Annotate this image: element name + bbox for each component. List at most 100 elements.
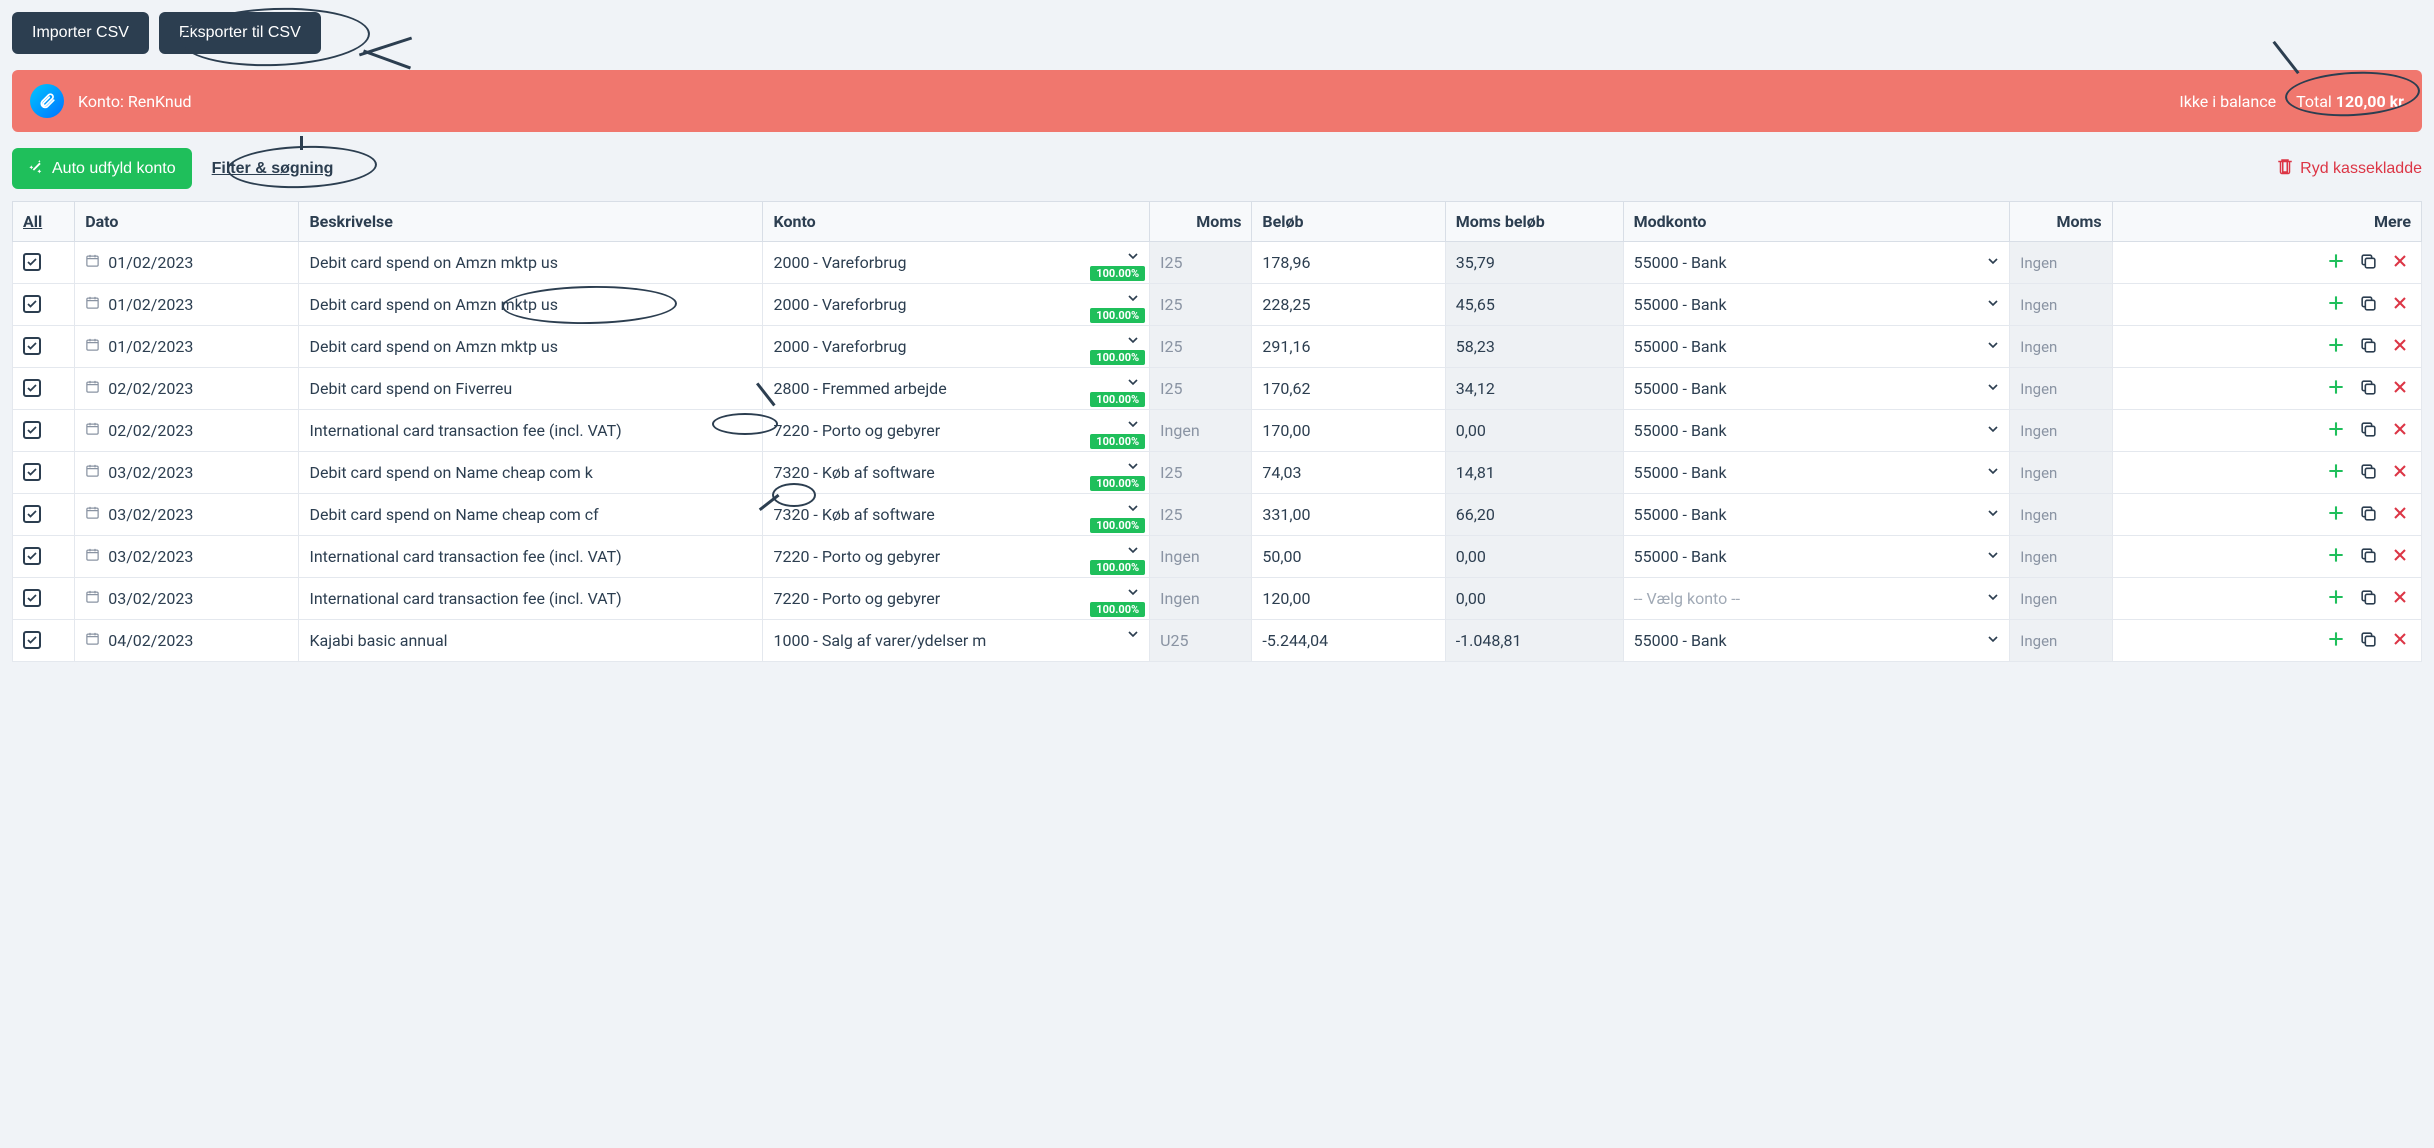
date-value[interactable]: 03/02/2023 [108, 589, 193, 608]
copy-row-button[interactable] [2357, 587, 2379, 609]
row-checkbox[interactable] [23, 631, 41, 649]
account-select[interactable]: 7220 - Porto og gebyrer100.00% [763, 536, 1150, 578]
calendar-icon[interactable] [85, 379, 100, 398]
description-cell[interactable]: Debit card spend on Amzn mktp us [299, 242, 763, 284]
date-value[interactable]: 01/02/2023 [108, 253, 193, 272]
copy-row-button[interactable] [2357, 251, 2379, 273]
delete-row-button[interactable] [2389, 376, 2411, 398]
chevron-down-icon[interactable] [1985, 631, 2001, 651]
copy-row-button[interactable] [2357, 503, 2379, 525]
add-row-button[interactable] [2325, 628, 2347, 650]
chevron-down-icon[interactable] [1125, 584, 1141, 604]
delete-row-button[interactable] [2389, 586, 2411, 608]
vat2-cell[interactable]: Ingen [2010, 284, 2112, 326]
add-row-button[interactable] [2325, 376, 2347, 398]
add-row-button[interactable] [2325, 292, 2347, 314]
chevron-down-icon[interactable] [1125, 248, 1141, 268]
amount-cell[interactable]: 291,16 [1252, 326, 1445, 368]
calendar-icon[interactable] [85, 253, 100, 272]
add-row-button[interactable] [2325, 418, 2347, 440]
calendar-icon[interactable] [85, 589, 100, 608]
amount-cell[interactable]: 331,00 [1252, 494, 1445, 536]
row-checkbox[interactable] [23, 295, 41, 313]
delete-row-button[interactable] [2389, 544, 2411, 566]
amount-cell[interactable]: 170,62 [1252, 368, 1445, 410]
vat-cell[interactable]: Ingen [1150, 578, 1252, 620]
date-value[interactable]: 02/02/2023 [108, 421, 193, 440]
vat2-cell[interactable]: Ingen [2010, 452, 2112, 494]
description-cell[interactable]: Debit card spend on Name cheap com k [299, 452, 763, 494]
description-cell[interactable]: Debit card spend on Amzn mktp us [299, 326, 763, 368]
delete-row-button[interactable] [2389, 292, 2411, 314]
vat-cell[interactable]: I25 [1150, 494, 1252, 536]
chevron-down-icon[interactable] [1985, 547, 2001, 567]
calendar-icon[interactable] [85, 421, 100, 440]
copy-row-button[interactable] [2357, 335, 2379, 357]
row-checkbox[interactable] [23, 505, 41, 523]
row-checkbox[interactable] [23, 463, 41, 481]
vat2-cell[interactable]: Ingen [2010, 620, 2112, 662]
add-row-button[interactable] [2325, 586, 2347, 608]
vat2-cell[interactable]: Ingen [2010, 410, 2112, 452]
auto-fill-account-button[interactable]: Auto udfyld konto [12, 148, 192, 189]
row-checkbox[interactable] [23, 589, 41, 607]
date-value[interactable]: 03/02/2023 [108, 505, 193, 524]
vat2-cell[interactable]: Ingen [2010, 536, 2112, 578]
chevron-down-icon[interactable] [1125, 374, 1141, 394]
add-row-button[interactable] [2325, 544, 2347, 566]
chevron-down-icon[interactable] [1985, 589, 2001, 609]
description-cell[interactable]: Kajabi basic annual [299, 620, 763, 662]
contra-select[interactable]: 55000 - Bank [1623, 242, 2010, 284]
chevron-down-icon[interactable] [1985, 295, 2001, 315]
chevron-down-icon[interactable] [1125, 332, 1141, 352]
delete-row-button[interactable] [2389, 250, 2411, 272]
clear-journal-button[interactable]: Ryd kassekladde [2276, 157, 2422, 180]
chevron-down-icon[interactable] [1125, 626, 1141, 646]
amount-cell[interactable]: 50,00 [1252, 536, 1445, 578]
contra-select[interactable]: 55000 - Bank [1623, 620, 2010, 662]
vat-cell[interactable]: I25 [1150, 326, 1252, 368]
delete-row-button[interactable] [2389, 460, 2411, 482]
account-select[interactable]: 2800 - Fremmed arbejde100.00% [763, 368, 1150, 410]
vat-cell[interactable]: U25 [1150, 620, 1252, 662]
copy-row-button[interactable] [2357, 545, 2379, 567]
chevron-down-icon[interactable] [1125, 458, 1141, 478]
copy-row-button[interactable] [2357, 293, 2379, 315]
copy-row-button[interactable] [2357, 461, 2379, 483]
date-value[interactable]: 03/02/2023 [108, 463, 193, 482]
chevron-down-icon[interactable] [1125, 290, 1141, 310]
amount-cell[interactable]: 178,96 [1252, 242, 1445, 284]
amount-cell[interactable]: 120,00 [1252, 578, 1445, 620]
calendar-icon[interactable] [85, 337, 100, 356]
chevron-down-icon[interactable] [1985, 463, 2001, 483]
description-cell[interactable]: International card transaction fee (incl… [299, 410, 763, 452]
vat-cell[interactable]: I25 [1150, 242, 1252, 284]
account-select[interactable]: 7220 - Porto og gebyrer100.00% [763, 578, 1150, 620]
account-select[interactable]: 7220 - Porto og gebyrer100.00% [763, 410, 1150, 452]
vat-cell[interactable]: I25 [1150, 368, 1252, 410]
row-checkbox[interactable] [23, 379, 41, 397]
date-value[interactable]: 01/02/2023 [108, 295, 193, 314]
chevron-down-icon[interactable] [1985, 253, 2001, 273]
row-checkbox[interactable] [23, 547, 41, 565]
calendar-icon[interactable] [85, 547, 100, 566]
delete-row-button[interactable] [2389, 628, 2411, 650]
amount-cell[interactable]: -5.244,04 [1252, 620, 1445, 662]
account-select[interactable]: 1000 - Salg af varer/ydelser m [763, 620, 1150, 662]
chevron-down-icon[interactable] [1985, 505, 2001, 525]
description-cell[interactable]: International card transaction fee (incl… [299, 536, 763, 578]
amount-cell[interactable]: 74,03 [1252, 452, 1445, 494]
chevron-down-icon[interactable] [1125, 500, 1141, 520]
vat-cell[interactable]: I25 [1150, 452, 1252, 494]
date-value[interactable]: 03/02/2023 [108, 547, 193, 566]
account-select[interactable]: 2000 - Vareforbrug100.00% [763, 242, 1150, 284]
contra-select[interactable]: 55000 - Bank [1623, 368, 2010, 410]
delete-row-button[interactable] [2389, 334, 2411, 356]
copy-row-button[interactable] [2357, 629, 2379, 651]
calendar-icon[interactable] [85, 505, 100, 524]
export-csv-button[interactable]: Eksporter til CSV [159, 12, 321, 54]
account-select[interactable]: 7320 - Køb af software100.00% [763, 494, 1150, 536]
account-select[interactable]: 2000 - Vareforbrug100.00% [763, 326, 1150, 368]
description-cell[interactable]: Debit card spend on Fiverreu [299, 368, 763, 410]
chevron-down-icon[interactable] [1985, 379, 2001, 399]
